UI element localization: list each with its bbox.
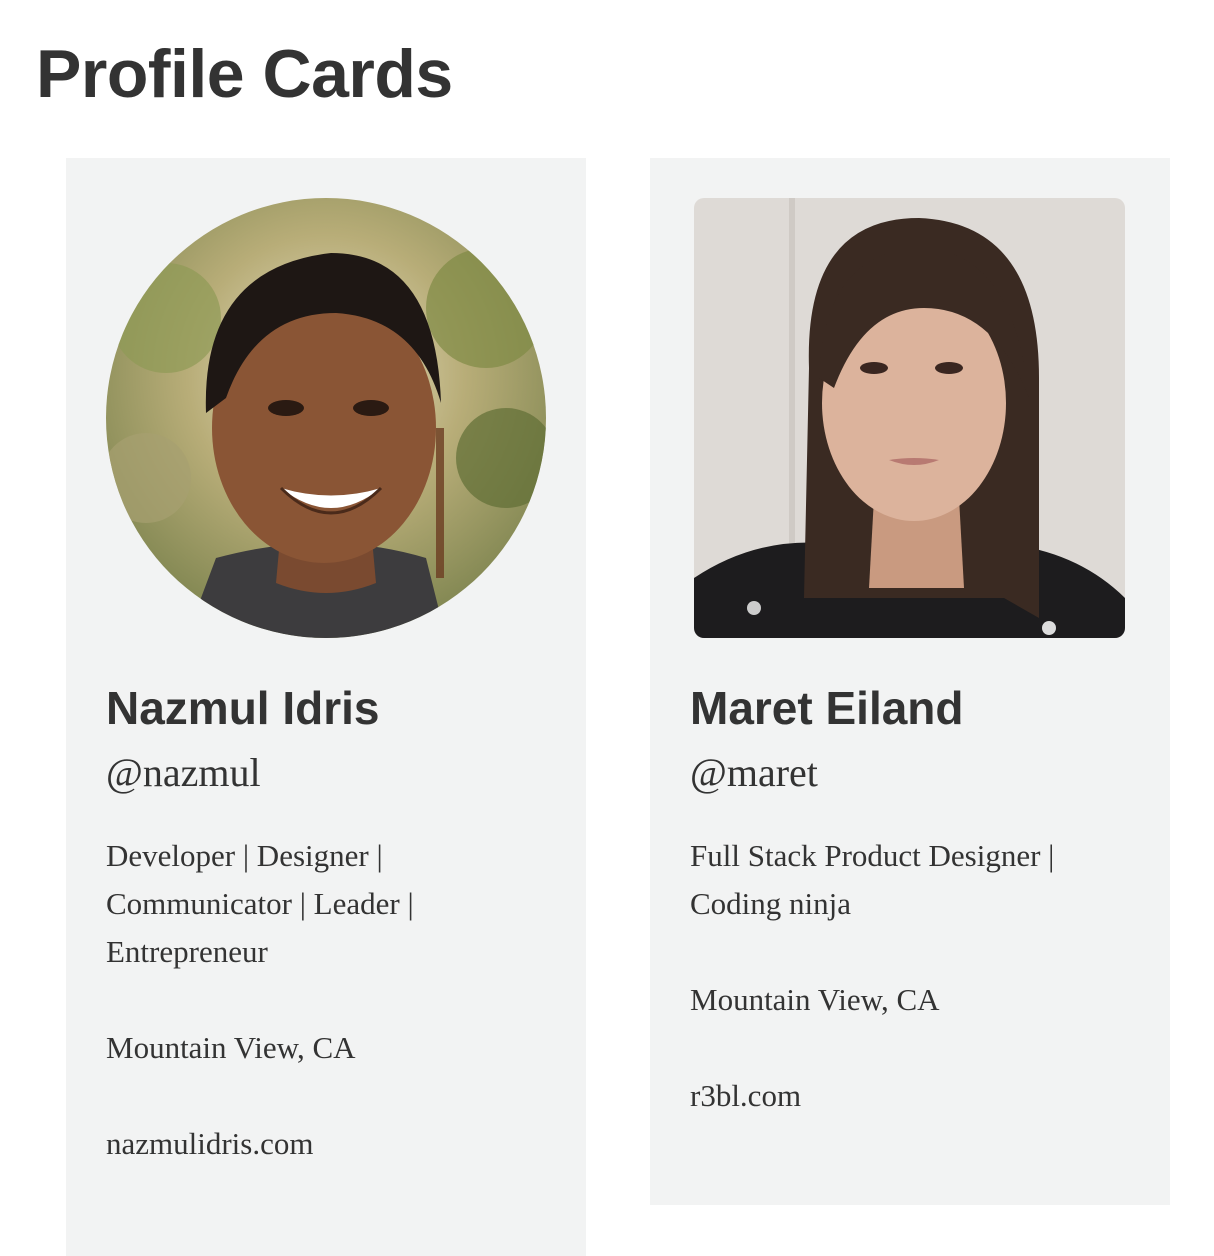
profile-card: Nazmul Idris @nazmul Developer | Designe… — [66, 158, 586, 1256]
profile-name: Maret Eiland — [690, 682, 964, 734]
profile-location: Mountain View, CA — [690, 982, 940, 1017]
avatar — [694, 198, 1125, 638]
avatar — [106, 198, 546, 638]
profile-bio: Full Stack Product Designer | Coding nin… — [690, 838, 1055, 921]
profile-handle: @maret — [690, 750, 818, 795]
profile-website-link[interactable]: r3bl.com — [690, 1072, 1090, 1120]
page-title: Profile Cards — [36, 36, 453, 112]
profile-card: Maret Eiland @maret Full Stack Product D… — [650, 158, 1170, 1205]
profile-website-link[interactable]: nazmulidris.com — [106, 1120, 506, 1168]
profile-name: Nazmul Idris — [106, 682, 380, 734]
avatar-photo — [694, 198, 1125, 638]
profile-info: Full Stack Product Designer | Coding nin… — [690, 832, 1090, 1168]
profile-bio: Developer | Designer | Communicator | Le… — [106, 838, 414, 969]
profile-location: Mountain View, CA — [106, 1030, 356, 1065]
avatar-photo — [106, 198, 546, 638]
profile-handle: @nazmul — [106, 750, 261, 795]
profile-info: Developer | Designer | Communicator | Le… — [106, 832, 506, 1216]
